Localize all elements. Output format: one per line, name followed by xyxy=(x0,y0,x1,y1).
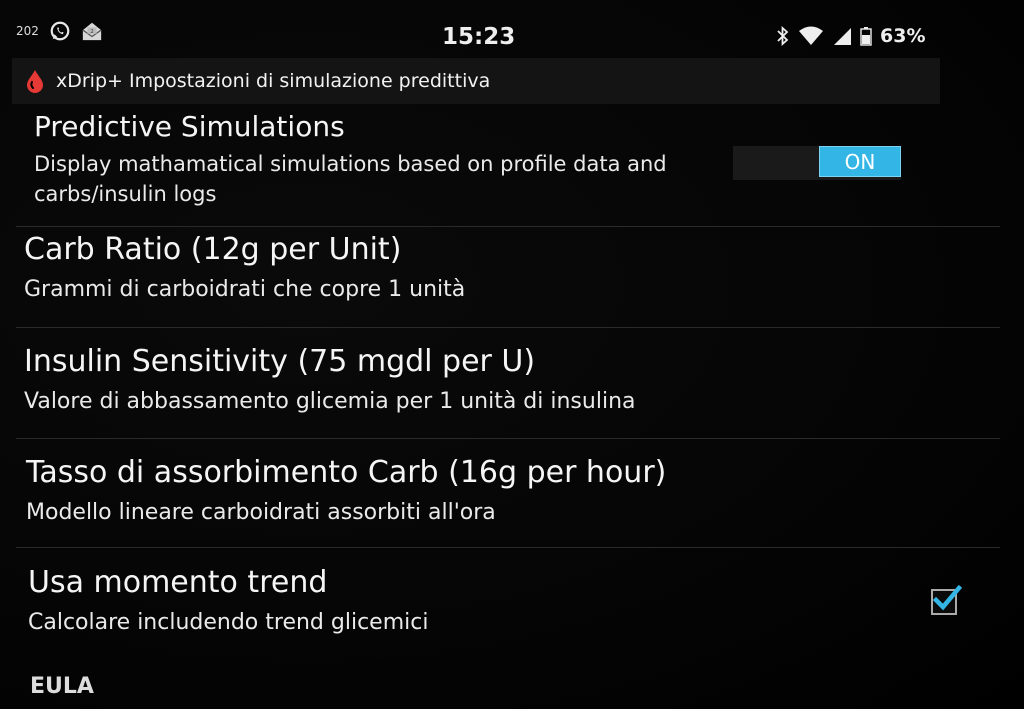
blood-drop-icon xyxy=(27,70,43,93)
mail-icon: 2 xyxy=(82,22,102,41)
divider xyxy=(16,438,1000,439)
checkmark-icon xyxy=(932,585,962,611)
pref-use-momentum-trend[interactable]: Usa momento trend Calcolare includendo t… xyxy=(28,565,908,635)
pref-carb-ratio[interactable]: Carb Ratio (12g per Unit) Grammi di carb… xyxy=(24,232,1024,302)
pref-summary: Valore di abbassamento glicemia per 1 un… xyxy=(24,389,636,414)
notification-icons: 202 2 xyxy=(16,20,103,42)
page-title: xDrip+ Impostazioni di simulazione predi… xyxy=(56,70,491,92)
predictive-toggle-switch[interactable]: ON xyxy=(819,146,901,177)
divider xyxy=(16,226,1000,227)
pref-title: Carb Ratio (12g per Unit) xyxy=(24,232,402,267)
pref-carb-absorption-rate[interactable]: Tasso di assorbimento Carb (16g per hour… xyxy=(26,455,1024,525)
momentum-checkbox[interactable] xyxy=(931,585,962,615)
battery-percentage: 63% xyxy=(880,25,926,47)
pref-summary: Modello lineare carboidrati assorbiti al… xyxy=(26,500,496,525)
battery-icon xyxy=(860,27,872,46)
svg-text:2: 2 xyxy=(90,29,94,35)
pref-title: Usa momento trend xyxy=(28,565,328,600)
pref-title: Tasso di assorbimento Carb (16g per hour… xyxy=(26,455,667,490)
screen: 202 2 15:23 63% xDrip+ Impostazioni di s… xyxy=(0,0,1024,709)
divider xyxy=(16,547,1000,548)
pref-title: Insulin Sensitivity (75 mgdl per U) xyxy=(24,344,536,379)
pref-title: Predictive Simulations xyxy=(34,110,345,143)
clock: 15:23 xyxy=(442,24,516,50)
whatsapp-icon xyxy=(50,21,70,41)
notification-count: 202 xyxy=(16,24,39,38)
signal-icon xyxy=(834,28,851,45)
action-bar: xDrip+ Impostazioni di simulazione predi… xyxy=(12,58,940,104)
system-icons: 63% xyxy=(776,25,925,47)
status-bar: 202 2 15:23 63% xyxy=(0,8,1024,54)
wifi-icon xyxy=(799,26,823,45)
pref-summary: Calcolare includendo trend glicemici xyxy=(28,610,429,635)
divider xyxy=(16,327,1000,328)
eula-category-header: EULA xyxy=(30,674,94,699)
pref-insulin-sensitivity[interactable]: Insulin Sensitivity (75 mgdl per U) Valo… xyxy=(24,344,1024,414)
pref-predictive-simulations[interactable]: Predictive Simulations Display mathamati… xyxy=(34,110,754,209)
pref-summary: Display mathamatical simulations based o… xyxy=(34,152,667,206)
pref-summary: Grammi di carboidrati che copre 1 unità xyxy=(24,277,466,302)
bluetooth-icon xyxy=(777,26,789,46)
